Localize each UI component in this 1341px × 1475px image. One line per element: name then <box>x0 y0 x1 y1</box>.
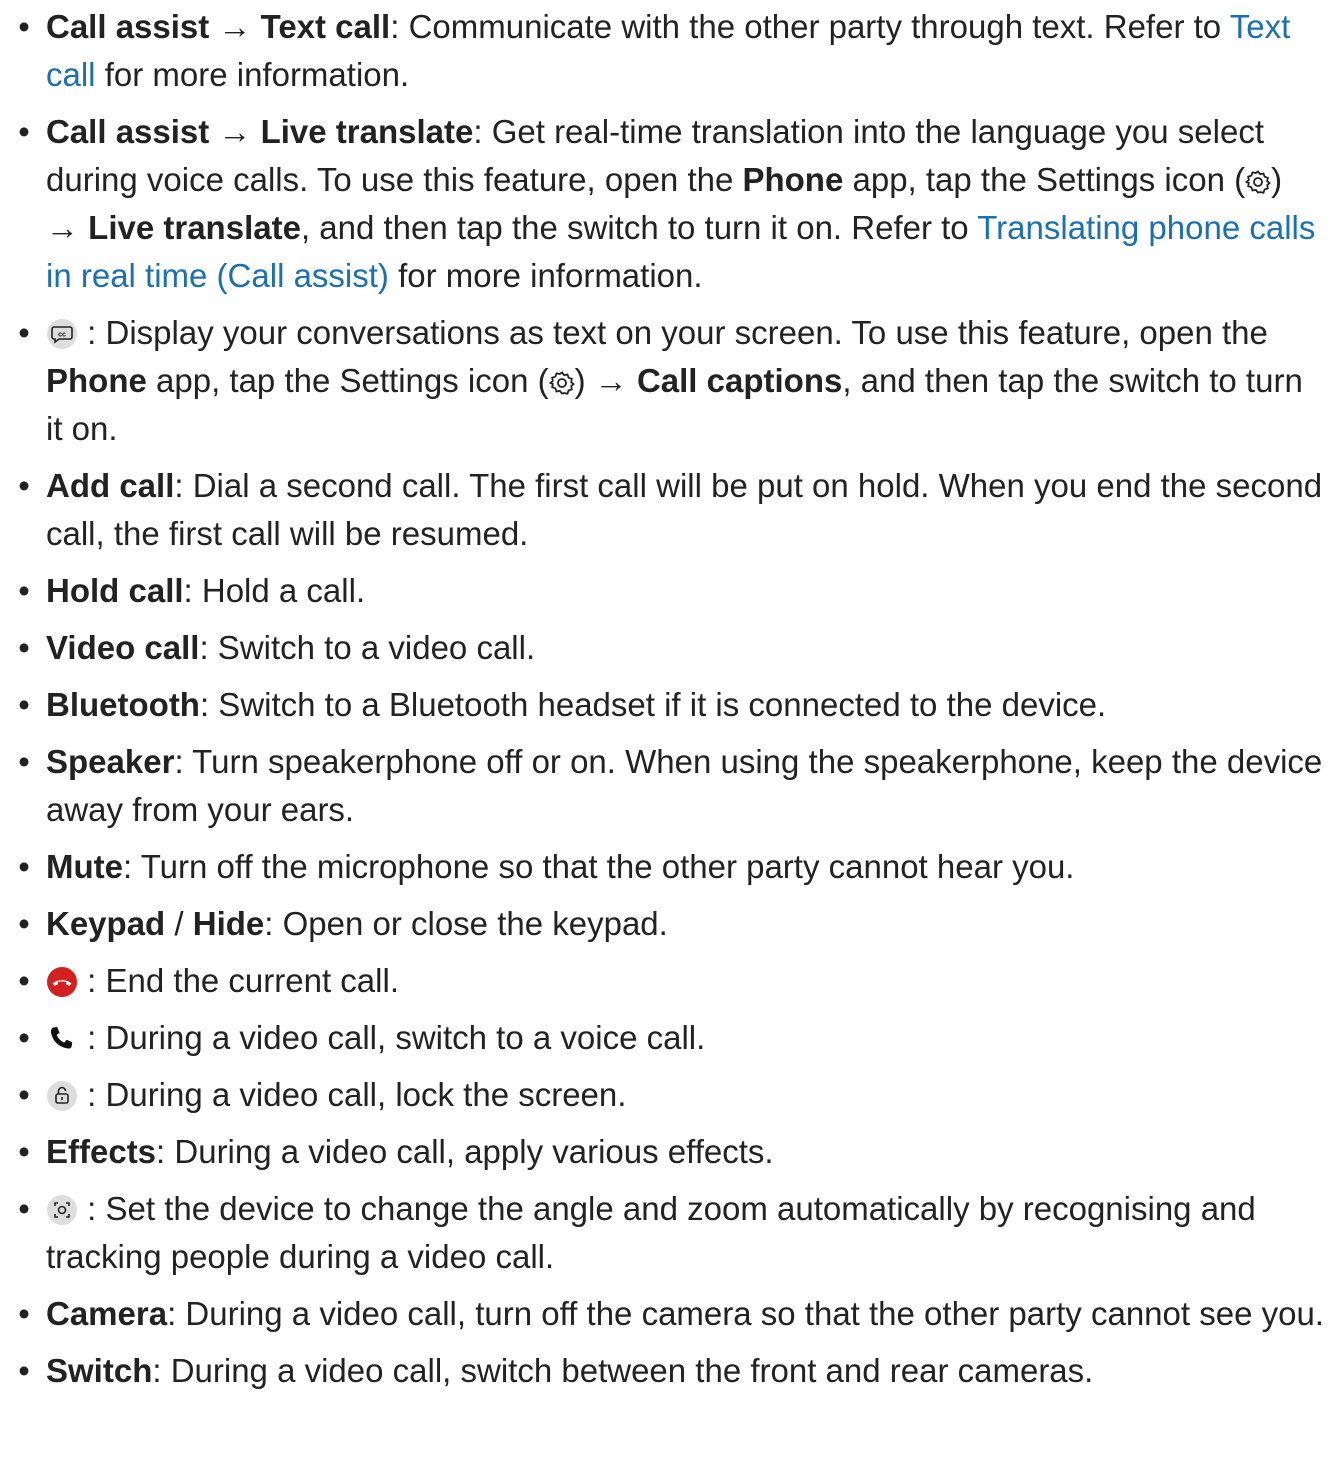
item-desc: : During a video call, switch to a voice… <box>87 1019 706 1056</box>
item-desc: ) <box>1271 161 1283 198</box>
bullet: • <box>18 467 30 504</box>
item-desc: for more information. <box>95 56 410 93</box>
voice-call-icon <box>46 1023 78 1055</box>
list-item-voice-call: • : During a video call, switch to a voi… <box>0 1014 1341 1062</box>
bullet: • <box>18 1190 30 1227</box>
item-term: Call assist <box>46 113 210 150</box>
settings-gear-icon <box>548 370 575 396</box>
bullet: • <box>18 572 30 609</box>
item-desc: : Turn off the microphone so that the ot… <box>123 848 1075 885</box>
list-item-mute: • Mute: Turn off the microphone so that … <box>0 843 1341 891</box>
item-desc: : End the current call. <box>87 962 399 999</box>
item-term: Live translate <box>260 113 474 150</box>
captions-icon: cc <box>46 318 78 350</box>
call-options-list: • Call assist → Text call: Communicate w… <box>0 3 1341 1404</box>
item-desc: : Display your conversations as text on … <box>87 314 1268 351</box>
item-term: Call captions <box>636 362 843 399</box>
item-desc: : Hold a call. <box>183 572 366 609</box>
bullet: • <box>18 743 30 780</box>
item-desc: : During a video call, lock the screen. <box>87 1076 627 1113</box>
item-term: Bluetooth <box>46 686 200 723</box>
bullet: • <box>18 314 30 351</box>
item-term: Hide <box>192 905 265 942</box>
bullet: • <box>18 8 30 45</box>
item-term: Switch <box>46 1352 153 1389</box>
list-item-lock-screen: • : During a video call, lock the screen… <box>0 1071 1341 1119</box>
list-item-call-captions: • cc : Display your conversations as tex… <box>0 309 1341 453</box>
bullet: • <box>18 962 30 999</box>
item-desc: app, tap the Settings icon ( <box>146 362 549 399</box>
item-term: Camera <box>46 1295 168 1332</box>
item-desc: : During a video call, apply various eff… <box>156 1133 774 1170</box>
item-term: Live translate <box>88 209 301 246</box>
bullet: • <box>18 1019 30 1056</box>
bullet: • <box>18 629 30 666</box>
item-desc: for more information. <box>388 257 703 294</box>
item-desc: : Communicate with the other party throu… <box>390 8 1230 45</box>
item-desc: : Dial a second call. The first call wil… <box>46 467 1323 552</box>
item-desc: : Turn speakerphone off or on. When usin… <box>46 743 1323 828</box>
item-desc: app, tap the Settings icon ( <box>843 161 1246 198</box>
end-call-icon <box>46 966 78 998</box>
list-item-bluetooth: • Bluetooth: Switch to a Bluetooth heads… <box>0 681 1341 729</box>
bullet: • <box>18 1295 30 1332</box>
bullet: • <box>18 1076 30 1113</box>
item-term: Hold call <box>46 572 184 609</box>
list-item-end-call: • : End the current call. <box>0 957 1341 1005</box>
bullet: • <box>18 1352 30 1389</box>
list-item-speaker: • Speaker: Turn speakerphone off or on. … <box>0 738 1341 834</box>
svg-text:cc: cc <box>58 332 66 339</box>
item-term: Call assist <box>46 8 210 45</box>
list-item-text-call: • Call assist → Text call: Communicate w… <box>0 3 1341 99</box>
list-item-auto-framing: • : Set the device to change the angle a… <box>0 1185 1341 1281</box>
auto-framing-icon <box>46 1194 78 1226</box>
item-desc: , and then tap the switch to turn it on.… <box>300 209 978 246</box>
list-item-camera: • Camera: During a video call, turn off … <box>0 1290 1341 1338</box>
list-item-live-translate: • Call assist → Live translate: Get real… <box>0 108 1341 300</box>
arrow: → <box>218 8 252 45</box>
item-desc: ) <box>574 362 595 399</box>
item-term: Mute <box>46 848 123 885</box>
settings-gear-icon <box>1245 169 1271 195</box>
bullet: • <box>18 848 30 885</box>
item-desc: : Open or close the keypad. <box>264 905 668 942</box>
arrow: → <box>46 209 79 246</box>
item-desc: : During a video call, switch between th… <box>152 1352 1094 1389</box>
list-item-add-call: • Add call: Dial a second call. The firs… <box>0 462 1341 558</box>
arrow: → <box>594 362 628 399</box>
arrow: → <box>218 113 252 150</box>
item-desc: : Set the device to change the angle and… <box>46 1190 1256 1275</box>
item-desc: : Switch to a video call. <box>199 629 536 666</box>
bullet: • <box>18 1133 30 1170</box>
list-item-effects: • Effects: During a video call, apply va… <box>0 1128 1341 1176</box>
list-item-hold-call: • Hold call: Hold a call. <box>0 567 1341 615</box>
item-term: Video call <box>46 629 200 666</box>
bullet: • <box>18 905 30 942</box>
bullet: • <box>18 113 30 150</box>
list-item-keypad: • Keypad / Hide: Open or close the keypa… <box>0 900 1341 948</box>
separator: / <box>165 905 193 942</box>
item-term: Phone <box>46 362 147 399</box>
bullet: • <box>18 686 30 723</box>
item-term: Add call <box>46 467 175 504</box>
item-desc: : During a video call, turn off the came… <box>167 1295 1324 1332</box>
list-item-switch: • Switch: During a video call, switch be… <box>0 1347 1341 1395</box>
lock-screen-icon <box>46 1080 78 1112</box>
item-term: Effects <box>46 1133 157 1170</box>
item-term: Phone <box>742 161 844 198</box>
list-item-video-call: • Video call: Switch to a video call. <box>0 624 1341 672</box>
item-term: Keypad <box>46 905 166 942</box>
item-term: Text call <box>260 8 391 45</box>
item-term: Speaker <box>46 743 175 780</box>
item-desc: : Switch to a Bluetooth headset if it is… <box>199 686 1107 723</box>
